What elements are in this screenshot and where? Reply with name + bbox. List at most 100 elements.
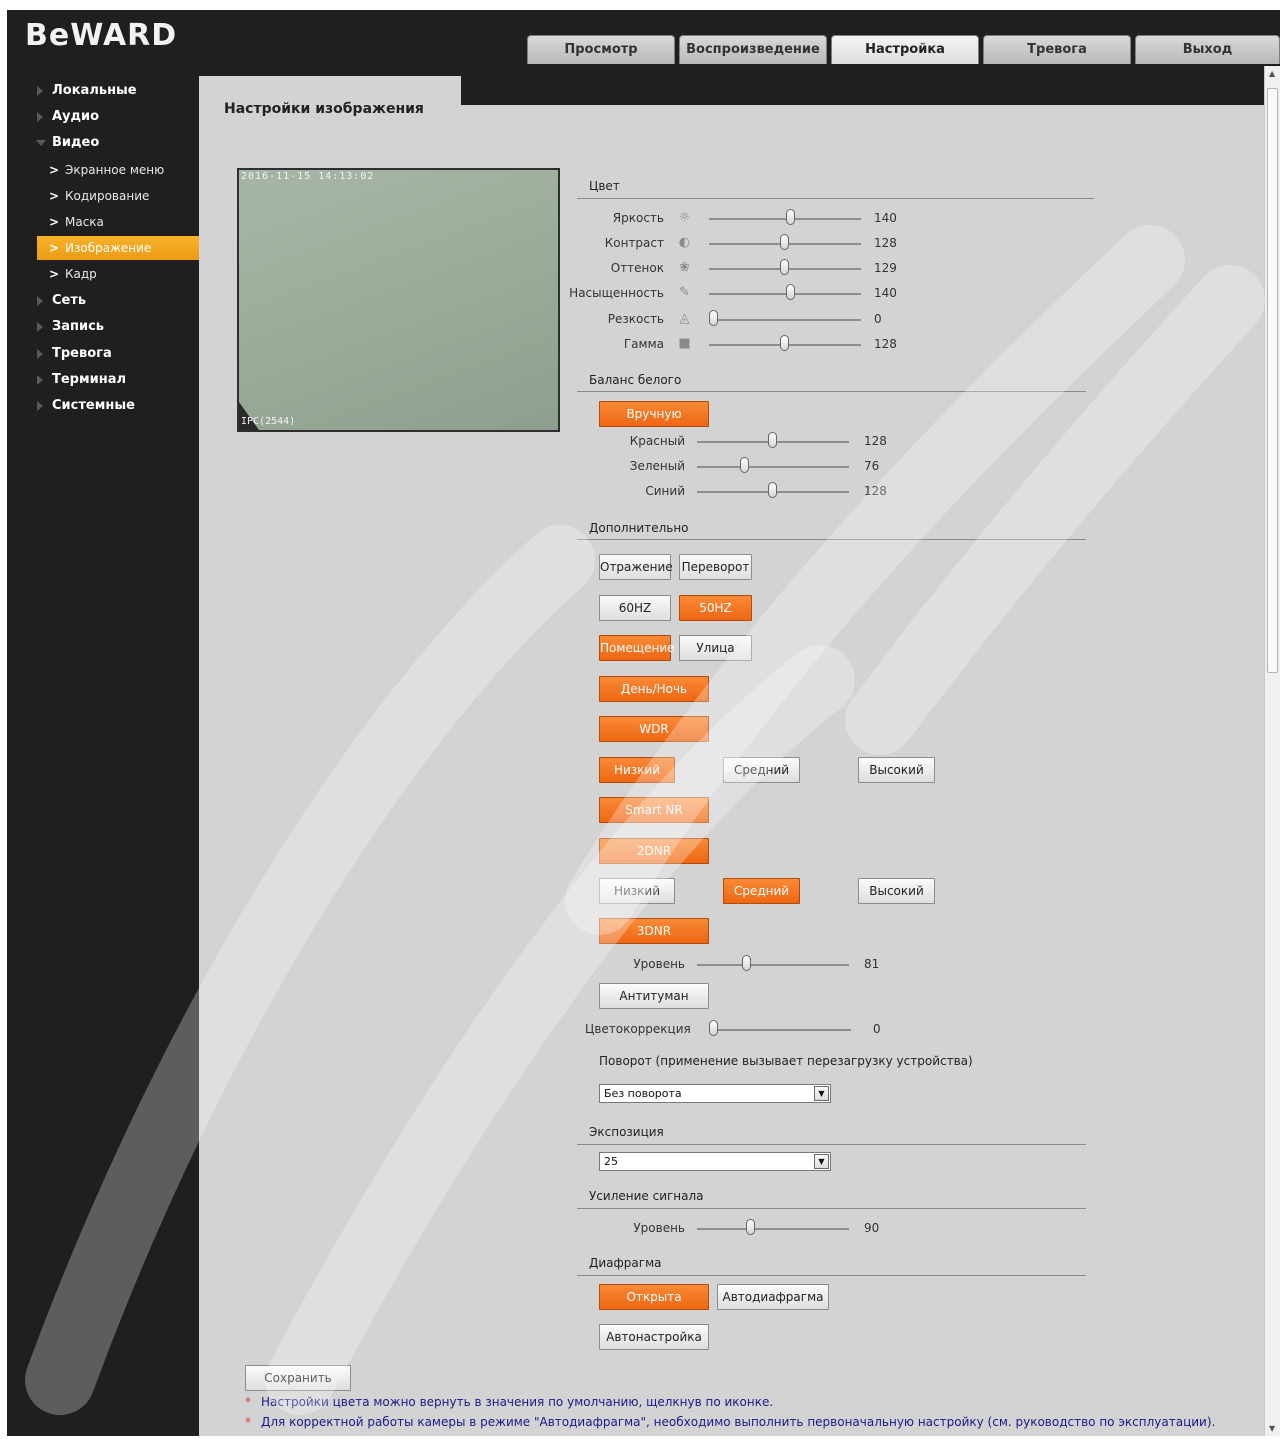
gain-level-slider[interactable] xyxy=(697,1228,849,1230)
iris-autoset-button[interactable]: Автонастройка xyxy=(599,1324,709,1350)
dnr3-button[interactable]: 3DNR xyxy=(599,918,709,944)
sidebar: Локальные Аудио Видео > Экранное меню > Ко… xyxy=(7,66,199,1436)
saturation-value: 140 xyxy=(874,286,897,300)
gain-level-label: Уровень xyxy=(633,1221,685,1235)
triangle-right-icon xyxy=(37,349,43,359)
sidebar-item-label: Сеть xyxy=(52,293,87,308)
video-preview: 2016-11-15 14:13:02 IPC(2544) xyxy=(237,168,560,432)
tab-settings[interactable]: Настройка xyxy=(831,35,979,64)
mirror-button[interactable]: Отражение xyxy=(599,554,673,580)
scrollbar[interactable]: ▲ ▼ xyxy=(1264,66,1280,1436)
colorcorr-slider[interactable] xyxy=(711,1029,851,1031)
sidebar-item-local[interactable]: Локальные xyxy=(7,79,199,103)
sidebar-item-frame[interactable]: > Кадр xyxy=(37,262,199,286)
sidebar-item-label: Запись xyxy=(52,319,105,334)
tab-alarm[interactable]: Тревога xyxy=(983,35,1131,64)
scroll-up-icon[interactable]: ▲ xyxy=(1269,69,1275,78)
contrast-slider-thumb[interactable] xyxy=(780,234,789,250)
dnr2-button[interactable]: 2DNR xyxy=(599,838,709,864)
sidebar-item-label: Терминал xyxy=(52,372,127,387)
hue-slider-thumb[interactable] xyxy=(780,259,789,275)
triangle-down-icon xyxy=(36,140,46,146)
page-title: Настройки изображения xyxy=(224,101,424,117)
wb-green-slider-thumb[interactable] xyxy=(740,457,749,473)
wdr-high-button[interactable]: Высокий xyxy=(858,757,935,783)
dnr2-high-button[interactable]: Высокий xyxy=(858,878,935,904)
sidebar-item-alarm[interactable]: Тревога xyxy=(7,342,199,366)
tab-exit[interactable]: Выход xyxy=(1135,35,1280,64)
exposure-select[interactable]: 25 ▼ xyxy=(599,1152,831,1171)
square-icon[interactable]: ■ xyxy=(677,336,692,351)
sharpness-slider-thumb[interactable] xyxy=(709,310,718,326)
gain-level-slider-thumb[interactable] xyxy=(746,1219,755,1235)
tab-strip xyxy=(461,66,1264,105)
wb-green-slider[interactable] xyxy=(697,466,849,468)
save-button[interactable]: Сохранить xyxy=(245,1365,351,1391)
smartnr-button[interactable]: Smart NR xyxy=(599,797,709,823)
colorcorr-label: Цветокоррекция xyxy=(585,1022,691,1036)
wb-manual-button[interactable]: Вручную xyxy=(599,401,709,427)
note-text: Настройки цвета можно вернуть в значения… xyxy=(261,1395,774,1409)
rotate-select[interactable]: Без поворота ▼ xyxy=(599,1084,831,1103)
dnr2-mid-button[interactable]: Средний xyxy=(723,878,800,904)
tab-view[interactable]: Просмотр xyxy=(527,35,675,64)
sidebar-item-image[interactable]: > Изображение xyxy=(37,236,199,260)
chevron-right-icon: > xyxy=(49,215,60,229)
wdr-button[interactable]: WDR xyxy=(599,716,709,742)
sidebar-item-network[interactable]: Сеть xyxy=(7,289,199,313)
tab-playback[interactable]: Воспроизведение xyxy=(679,35,827,64)
sidebar-item-label: Видео xyxy=(52,135,100,150)
sidebar-item-system[interactable]: Системные xyxy=(7,394,199,418)
hz50-button[interactable]: 50HZ xyxy=(679,595,752,621)
brightness-slider-thumb[interactable] xyxy=(786,209,795,225)
sidebar-item-label: Маска xyxy=(65,215,104,229)
contrast-icon[interactable]: ◐ xyxy=(677,235,692,250)
colorcorr-slider-thumb[interactable] xyxy=(709,1020,718,1036)
sidebar-item-terminal[interactable]: Терминал xyxy=(7,368,199,392)
hz60-button[interactable]: 60HZ xyxy=(599,595,671,621)
colorcorr-value: 0 xyxy=(873,1022,881,1036)
sidebar-item-audio[interactable]: Аудио xyxy=(7,105,199,129)
brightness-slider[interactable] xyxy=(709,218,861,220)
chevron-down-icon[interactable]: ▼ xyxy=(814,1086,829,1101)
defog-button[interactable]: Антитуман xyxy=(599,983,709,1009)
saturation-slider-thumb[interactable] xyxy=(786,284,795,300)
exposure-select-value: 25 xyxy=(604,1155,618,1168)
wb-blue-slider-thumb[interactable] xyxy=(768,482,777,498)
iris-open-button[interactable]: Открыта xyxy=(599,1284,709,1310)
sun-icon[interactable]: ☼ xyxy=(677,210,692,225)
gain-level-value: 90 xyxy=(864,1221,880,1235)
sidebar-item-osd[interactable]: > Экранное меню xyxy=(37,158,199,182)
chevron-right-icon: > xyxy=(49,189,60,203)
scroll-thumb[interactable] xyxy=(1267,88,1278,673)
dnr-level-slider-thumb[interactable] xyxy=(742,955,751,971)
note-star: * xyxy=(245,1395,251,1409)
sidebar-item-video[interactable]: Видео xyxy=(7,131,199,155)
palette-icon[interactable]: ❀ xyxy=(677,260,692,275)
indoor-button[interactable]: Помещение xyxy=(599,635,675,661)
scroll-down-icon[interactable]: ▼ xyxy=(1269,1424,1275,1433)
dropper-icon[interactable]: ✎ xyxy=(677,285,692,300)
chevron-down-icon[interactable]: ▼ xyxy=(814,1154,829,1169)
note-star: * xyxy=(245,1415,251,1429)
gamma-slider-thumb[interactable] xyxy=(780,335,789,351)
dnr-level-slider[interactable] xyxy=(697,964,849,966)
sidebar-item-mask[interactable]: > Маска xyxy=(37,210,199,234)
triangle-right-icon xyxy=(37,296,43,306)
rotate-label: Поворот (применение вызывает перезагрузк… xyxy=(599,1054,973,1068)
section-divider xyxy=(577,198,1094,199)
wb-red-slider-thumb[interactable] xyxy=(768,432,777,448)
daynight-button[interactable]: День/Ночь xyxy=(599,676,709,702)
wdr-low-button[interactable]: Низкий xyxy=(599,757,675,783)
sidebar-item-record[interactable]: Запись xyxy=(7,315,199,339)
sharpness-slider[interactable] xyxy=(709,319,861,321)
wdr-mid-button[interactable]: Средний xyxy=(723,757,800,783)
triangle-icon[interactable]: ◬ xyxy=(677,311,692,326)
dnr-level-label: Уровень xyxy=(633,957,685,971)
iris-auto-button[interactable]: Автодиафрагма xyxy=(717,1284,829,1310)
saturation-slider[interactable] xyxy=(709,293,861,295)
flip-button[interactable]: Переворот xyxy=(679,554,752,580)
sidebar-item-encoding[interactable]: > Кодирование xyxy=(37,184,199,208)
outdoor-button[interactable]: Улица xyxy=(679,635,752,661)
dnr2-low-button[interactable]: Низкий xyxy=(599,878,675,904)
